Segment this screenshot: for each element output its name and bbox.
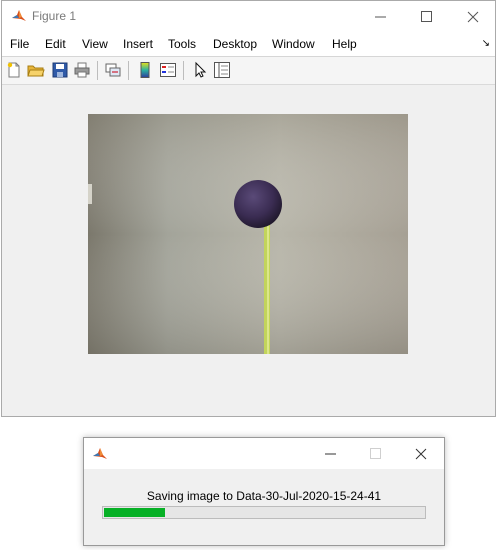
matlab-logo-icon	[92, 446, 108, 462]
figure-canvas	[2, 85, 495, 416]
menu-help[interactable]: Help	[332, 37, 357, 51]
close-icon	[415, 448, 427, 459]
progress-bar-fill	[104, 508, 165, 517]
minimize-button[interactable]	[358, 1, 404, 32]
new-figure-icon[interactable]	[5, 61, 23, 79]
minimize-icon	[375, 16, 386, 17]
dialog-maximize-button	[353, 438, 399, 469]
toolbar-separator	[128, 61, 129, 80]
matlab-logo-icon	[11, 8, 27, 24]
dialog-minimize-button[interactable]	[308, 438, 354, 469]
maximize-icon	[370, 447, 381, 459]
dialog-titlebar[interactable]	[84, 438, 444, 469]
figure-toolbar	[2, 57, 495, 85]
progress-message: Saving image to Data-30-Jul-2020-15-24-4…	[146, 489, 382, 503]
minimize-icon	[325, 453, 336, 454]
maximize-icon	[421, 10, 432, 22]
open-file-icon[interactable]	[27, 61, 45, 79]
close-icon	[467, 11, 479, 22]
save-icon[interactable]	[51, 61, 69, 79]
menu-window[interactable]: Window	[272, 37, 315, 51]
toolbar-separator	[183, 61, 184, 80]
window-title: Figure 1	[32, 9, 77, 23]
progress-bar	[102, 506, 426, 519]
menu-bar: File Edit View Insert Tools Desktop Wind…	[2, 32, 495, 57]
edit-plot-pointer-icon[interactable]	[191, 61, 209, 79]
menu-tools[interactable]: Tools	[168, 37, 196, 51]
webcam-image	[88, 114, 408, 354]
property-inspector-icon[interactable]	[213, 61, 231, 79]
figure-titlebar[interactable]: Figure 1	[2, 1, 495, 32]
figure-window: Figure 1 File Edit View Insert Tools Des…	[1, 0, 496, 417]
menu-edit[interactable]: Edit	[45, 37, 66, 51]
menu-desktop[interactable]: Desktop	[213, 37, 257, 51]
maximize-button[interactable]	[404, 1, 450, 32]
print-icon[interactable]	[73, 61, 91, 79]
menu-insert[interactable]: Insert	[123, 37, 153, 51]
progress-dialog: Saving image to Data-30-Jul-2020-15-24-4…	[83, 437, 445, 546]
insert-legend-icon[interactable]	[159, 61, 177, 79]
dock-arrow-icon[interactable]: ↘	[482, 38, 490, 49]
link-plot-icon[interactable]	[104, 61, 122, 79]
toolbar-separator	[97, 61, 98, 80]
insert-colorbar-icon[interactable]	[136, 61, 154, 79]
menu-view[interactable]: View	[82, 37, 108, 51]
dialog-close-button[interactable]	[398, 438, 444, 469]
close-button[interactable]	[450, 1, 496, 32]
menu-file[interactable]: File	[10, 37, 29, 51]
